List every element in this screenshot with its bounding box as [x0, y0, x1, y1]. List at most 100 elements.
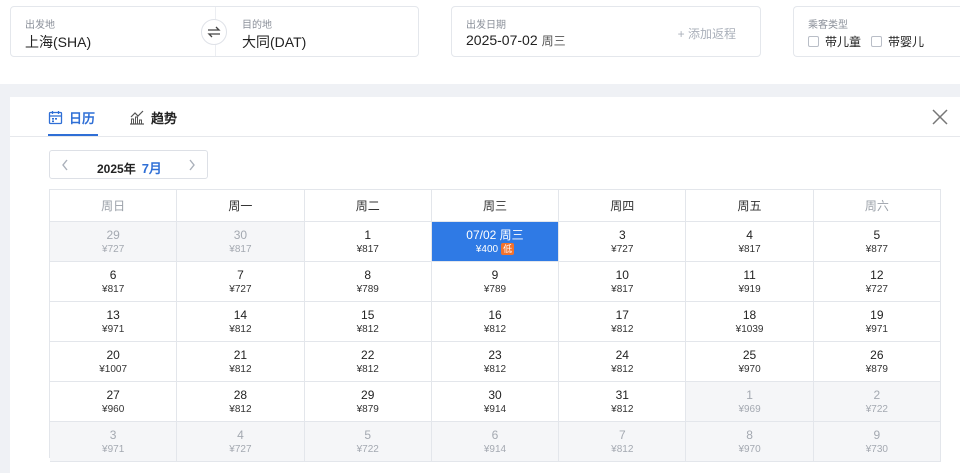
date-cell[interactable]: 13 ¥971	[50, 302, 178, 342]
date-cell[interactable]: 9 ¥789	[431, 262, 560, 302]
date-cell[interactable]: 5 ¥877	[813, 222, 941, 262]
selected-date-cell[interactable]: 07/02 周三 ¥400 低	[431, 222, 560, 262]
date-cell-day: 30	[488, 387, 502, 402]
date-cell[interactable]: 15 ¥812	[304, 302, 432, 342]
date-cell[interactable]: 18 ¥1039	[686, 302, 814, 342]
date-cell-day: 22	[361, 347, 375, 362]
infant-option[interactable]: 带婴儿	[871, 33, 924, 50]
add-return-link[interactable]: + 添加返程	[678, 25, 736, 42]
date-cell-price-row: ¥960	[102, 403, 124, 416]
date-cell[interactable]: 30 ¥914	[431, 382, 560, 422]
date-cell[interactable]: 30 ¥817	[177, 222, 305, 262]
date-cell[interactable]: 22 ¥812	[304, 342, 432, 382]
date-cell[interactable]: 23 ¥812	[431, 342, 560, 382]
date-cell-price: ¥817	[738, 243, 761, 255]
date-cell-price-row: ¥812	[484, 323, 506, 336]
date-cell-price-row: ¥969	[738, 403, 760, 416]
date-cell[interactable]: 8 ¥789	[304, 262, 432, 302]
date-cell-price: ¥812	[356, 363, 379, 375]
date-cell[interactable]: 4 ¥817	[686, 222, 814, 262]
child-checkbox[interactable]	[808, 36, 819, 47]
date-cell[interactable]: 8 ¥970	[686, 422, 814, 462]
date-cell-price: ¥812	[611, 443, 634, 455]
infant-checkbox[interactable]	[871, 36, 883, 47]
date-cell[interactable]: 6 ¥817	[50, 262, 178, 302]
date-cell[interactable]: 17 ¥812	[559, 302, 687, 342]
tab-calendar[interactable]: 日历	[48, 108, 95, 127]
date-cell-day: 2	[873, 387, 881, 402]
date-cell[interactable]: 26 ¥879	[813, 342, 941, 382]
date-cell[interactable]: 9 ¥730	[813, 422, 941, 462]
date-cell-price-row: ¥812	[229, 363, 251, 376]
date-cell[interactable]: 19 ¥971	[813, 302, 941, 342]
swap-button[interactable]	[201, 19, 227, 45]
child-option[interactable]: 带儿童	[808, 33, 861, 50]
date-cell[interactable]: 3 ¥971	[50, 422, 178, 462]
date-cell[interactable]: 10 ¥817	[559, 262, 687, 302]
date-cell-price: ¥971	[865, 323, 888, 335]
chevron-right-icon[interactable]	[187, 158, 197, 172]
weekday-header: 周六	[813, 190, 941, 222]
date-cell-price-row: ¥817	[611, 283, 633, 296]
close-icon[interactable]	[932, 109, 948, 125]
date-cell-day: 10	[615, 267, 629, 282]
date-cell[interactable]: 14 ¥812	[177, 302, 305, 342]
date-cell-price-row: ¥789	[357, 283, 379, 296]
date-cell[interactable]: 6 ¥914	[431, 422, 560, 462]
date-cell[interactable]: 29 ¥879	[304, 382, 432, 422]
date-cell-price-row: ¥817	[357, 243, 379, 256]
date-cell[interactable]: 20 ¥1007	[50, 342, 178, 382]
date-cell-price: ¥789	[483, 283, 507, 295]
date-cell-day: 6	[109, 267, 117, 282]
date-cell[interactable]: 16 ¥812	[431, 302, 560, 342]
date-cell-price: ¥817	[356, 243, 379, 255]
date-cell-price: ¥727	[102, 243, 125, 255]
date-cell[interactable]: 1 ¥817	[304, 222, 432, 262]
date-cell-price: ¥812	[229, 323, 252, 335]
date-cell-price: ¥727	[865, 283, 888, 295]
date-cell-price: ¥879	[865, 363, 888, 375]
date-cell[interactable]: 11 ¥919	[686, 262, 814, 302]
from-label: 出发地	[25, 20, 55, 31]
date-cell-price: ¥971	[102, 443, 125, 455]
date-cell[interactable]: 24 ¥812	[559, 342, 687, 382]
date-cell-price-row: ¥789	[484, 283, 506, 296]
date-cell-price: ¥812	[229, 363, 252, 375]
date-cell-price-row: ¥812	[611, 323, 633, 336]
date-cell-day: 5	[364, 427, 372, 442]
date-cell-day: 21	[233, 347, 248, 362]
date-card[interactable]: 出发日期 2025-07-02 周三 + 添加返程	[451, 6, 761, 57]
date-cell[interactable]: 2 ¥722	[813, 382, 941, 422]
date-cell-price-row: ¥730	[866, 443, 888, 456]
date-cell[interactable]: 5 ¥722	[304, 422, 432, 462]
date-cell[interactable]: 3 ¥727	[559, 222, 687, 262]
date-cell-price-row: ¥812	[357, 363, 379, 376]
date-cell-day: 8	[364, 267, 372, 282]
date-input[interactable]: 2025-07-02 周三	[466, 32, 566, 49]
date-cell[interactable]: 7 ¥727	[177, 262, 305, 302]
date-cell[interactable]: 4 ¥727	[177, 422, 305, 462]
date-cell[interactable]: 31 ¥812	[559, 382, 687, 422]
date-cell[interactable]: 7 ¥812	[559, 422, 687, 462]
month-navigator: 2025年 7月	[49, 150, 208, 179]
chevron-left-icon[interactable]	[60, 158, 70, 172]
date-cell[interactable]: 12 ¥727	[813, 262, 941, 302]
date-cell-price: ¥727	[229, 443, 252, 455]
passenger-card: 乘客类型 带儿童 带婴儿	[793, 6, 960, 57]
date-cell[interactable]: 25 ¥970	[686, 342, 814, 382]
date-cell-price: ¥817	[611, 283, 634, 295]
from-input[interactable]: 上海(SHA)	[25, 32, 91, 52]
date-cell[interactable]: 1 ¥969	[686, 382, 814, 422]
tab-trend[interactable]: 趋势	[129, 108, 177, 127]
date-cell[interactable]: 29 ¥727	[50, 222, 178, 262]
current-month: 2025年 7月	[97, 158, 162, 177]
date-cell[interactable]: 27 ¥960	[50, 382, 178, 422]
date-cell-price-row: ¥812	[611, 363, 633, 376]
to-input[interactable]: 大同(DAT)	[242, 32, 306, 52]
date-cell[interactable]: 21 ¥812	[177, 342, 305, 382]
date-cell-day: 28	[233, 387, 248, 402]
date-cell-day: 17	[615, 307, 629, 322]
date-cell-price-row: ¥727	[102, 243, 124, 256]
date-cell-price: ¥722	[865, 403, 888, 415]
date-cell[interactable]: 28 ¥812	[177, 382, 305, 422]
